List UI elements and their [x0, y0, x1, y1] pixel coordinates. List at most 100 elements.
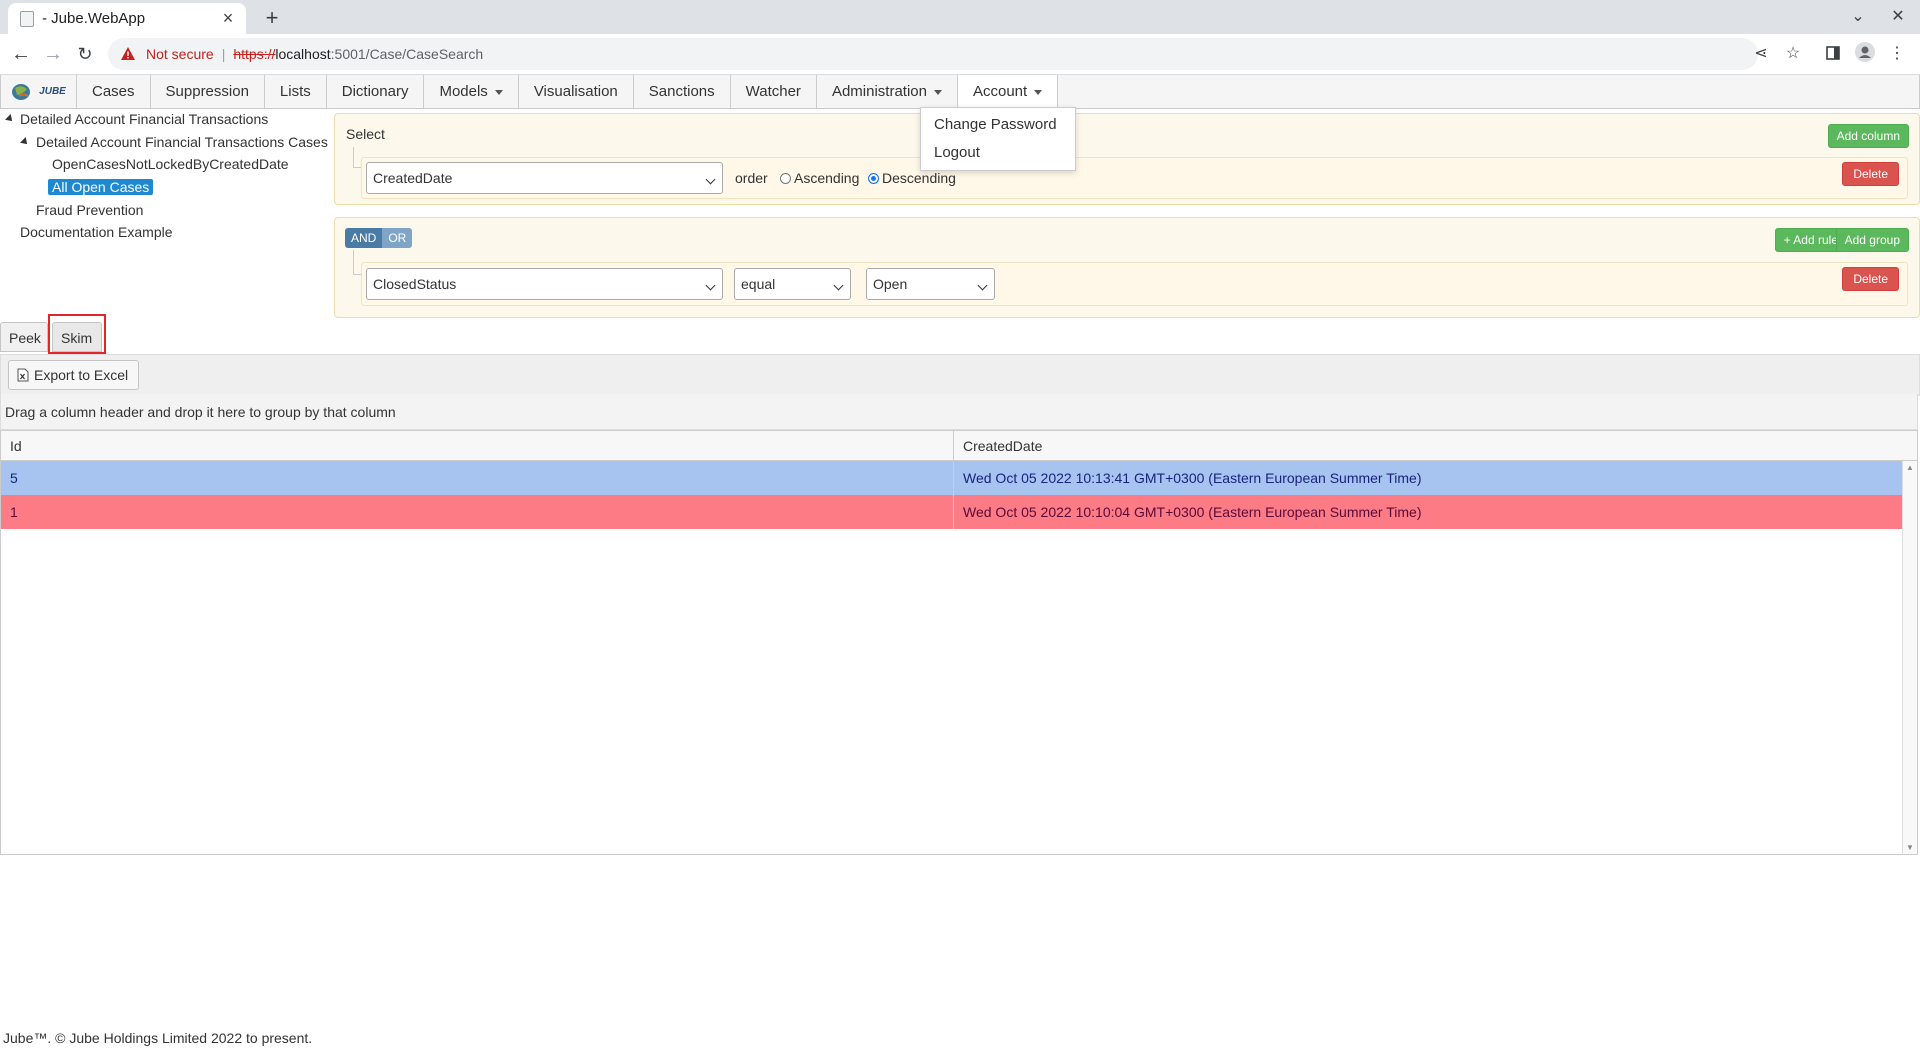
browser-menu-icon[interactable]: ⋮: [1884, 41, 1910, 67]
ascending-label: Ascending: [794, 170, 860, 186]
descending-option[interactable]: Descending: [868, 170, 956, 186]
add-column-button[interactable]: Add column: [1827, 124, 1909, 148]
column-header-id[interactable]: Id: [1, 431, 954, 461]
share-icon[interactable]: ⋖: [1748, 41, 1774, 67]
tree-node-root[interactable]: Detailed Account Financial Transactions: [20, 108, 268, 130]
tree-node-leaf[interactable]: OpenCasesNotLockedByCreatedDate: [52, 153, 289, 175]
scroll-down-icon[interactable]: ▼: [1906, 843, 1914, 852]
nav-models-label: Models: [439, 83, 488, 100]
browser-tabstrip: - Jube.WebApp × + ⌄ ✕: [0, 0, 1920, 34]
nav-lists[interactable]: Lists: [265, 75, 327, 108]
tree-node-selected-label: All Open Cases: [48, 179, 154, 195]
cell-createddate: Wed Oct 05 2022 10:13:41 GMT+0300 (Easte…: [963, 470, 1422, 486]
radio-ascending[interactable]: [780, 173, 791, 184]
url-host: localhost: [275, 46, 331, 62]
close-tab-icon[interactable]: ×: [216, 8, 240, 29]
filter-group: AND OR + Add rule Add group ClosedStatus…: [334, 217, 1920, 318]
address-bar[interactable]: Not secure | https:// localhost :5001/Ca…: [108, 38, 1758, 70]
tree-node-fraud-prevention[interactable]: Fraud Prevention: [36, 199, 143, 221]
nav-suppression[interactable]: Suppression: [151, 75, 265, 108]
case-tree: Detailed Account Financial Transactions …: [0, 108, 330, 313]
footer-text: Jube™. © Jube Holdings Limited 2022 to p…: [3, 1030, 313, 1046]
nav-cases[interactable]: Cases: [77, 75, 151, 108]
radio-descending[interactable]: [868, 173, 879, 184]
table-row[interactable]: 5 Wed Oct 05 2022 10:13:41 GMT+0300 (Eas…: [1, 461, 1903, 495]
filter-rule: ClosedStatus equal Open Delete: [361, 262, 1908, 306]
ascending-option[interactable]: Ascending: [780, 170, 859, 186]
excel-icon: [17, 368, 29, 382]
scroll-up-icon[interactable]: ▲: [1906, 463, 1914, 472]
add-group-button[interactable]: Add group: [1835, 228, 1909, 252]
url-path: :5001/Case/CaseSearch: [330, 46, 484, 62]
field-select[interactable]: ClosedStatus: [366, 268, 723, 300]
warning-icon: [120, 46, 136, 62]
nav-account-label: Account: [972, 83, 1028, 100]
grid-scrollbar[interactable]: ▲ ▼: [1902, 461, 1917, 854]
nav-sanctions-label: Sanctions: [648, 83, 715, 100]
nav-suppression-label: Suppression: [165, 83, 249, 100]
column-header-createddate[interactable]: CreatedDate: [954, 431, 1903, 461]
cell-id: 1: [1, 495, 954, 529]
nav-sanctions[interactable]: Sanctions: [634, 75, 731, 108]
operator-select[interactable]: equal: [734, 268, 851, 300]
tree-node-documentation-example[interactable]: Documentation Example: [20, 221, 173, 243]
descending-label: Descending: [882, 170, 956, 186]
select-title: Select: [346, 126, 385, 142]
cell-createddate: Wed Oct 05 2022 10:10:04 GMT+0300 (Easte…: [963, 504, 1422, 520]
page-icon: [20, 10, 34, 27]
jube-logo[interactable]: JUBE: [1, 75, 77, 108]
nav-administration-label: Administration: [831, 83, 927, 100]
caret-down-icon: [933, 89, 942, 95]
tab-list-chevron-icon[interactable]: ⌄: [1844, 4, 1872, 30]
nav-lists-label: Lists: [279, 83, 311, 100]
reload-icon[interactable]: ↻: [72, 41, 98, 67]
tree-node-child[interactable]: Detailed Account Financial Transactions …: [36, 131, 328, 153]
or-button[interactable]: OR: [382, 228, 413, 248]
value-select[interactable]: Open: [866, 268, 995, 300]
caret-down-icon: [1034, 89, 1043, 95]
nav-administration[interactable]: Administration: [817, 75, 958, 108]
results-grid: Id CreatedDate 5 Wed Oct 05 2022 10:13:4…: [0, 430, 1918, 855]
order-label: order: [735, 170, 768, 186]
omnibox-separator: |: [221, 46, 226, 62]
tree-expand-icon[interactable]: [5, 114, 15, 124]
new-tab-button[interactable]: +: [258, 4, 286, 32]
delete-select-button[interactable]: Delete: [1842, 162, 1899, 186]
table-row[interactable]: 1 Wed Oct 05 2022 10:10:04 GMT+0300 (Eas…: [1, 495, 1903, 529]
bookmark-star-icon[interactable]: ☆: [1780, 41, 1806, 67]
caret-down-icon: [494, 89, 503, 95]
nav-watcher[interactable]: Watcher: [731, 75, 817, 108]
side-panel-icon[interactable]: [1820, 41, 1846, 67]
window-close-icon[interactable]: ✕: [1884, 4, 1912, 30]
browser-tab[interactable]: - Jube.WebApp ×: [8, 3, 246, 34]
export-to-excel-button[interactable]: Export to Excel: [8, 360, 140, 390]
group-by-panel[interactable]: Drag a column header and drop it here to…: [0, 394, 1918, 430]
export-label: Export to Excel: [34, 367, 129, 383]
menu-item-logout[interactable]: Logout: [921, 139, 1075, 167]
nav-visualisation[interactable]: Visualisation: [519, 75, 634, 108]
nav-dictionary[interactable]: Dictionary: [327, 75, 425, 108]
tree-node-selected[interactable]: All Open Cases: [48, 176, 154, 198]
nav-account[interactable]: Account: [957, 75, 1059, 108]
tree-expand-icon[interactable]: [20, 137, 30, 147]
back-icon[interactable]: ←: [8, 41, 34, 67]
url-scheme: https://: [233, 46, 276, 62]
column-select[interactable]: CreatedDate: [366, 162, 723, 194]
header-filler: [1903, 431, 1917, 461]
skim-highlight-box: [48, 314, 106, 354]
nav-models[interactable]: Models: [424, 75, 519, 108]
menu-item-change-password[interactable]: Change Password: [921, 111, 1075, 139]
not-secure-label: Not secure: [146, 46, 214, 62]
browser-tab-title: - Jube.WebApp: [42, 10, 146, 27]
forward-icon[interactable]: →: [40, 41, 66, 67]
nav-visualisation-label: Visualisation: [533, 83, 618, 100]
account-dropdown-menu: Change Password Logout: [920, 107, 1076, 171]
and-button[interactable]: AND: [345, 228, 383, 248]
nav-watcher-label: Watcher: [745, 83, 801, 100]
logo-text: JUBE: [39, 86, 66, 97]
tab-peek[interactable]: Peek: [0, 322, 48, 352]
profile-avatar-icon[interactable]: [1852, 41, 1878, 67]
delete-rule-button[interactable]: Delete: [1842, 267, 1899, 291]
select-rule: CreatedDate order Ascending Descending D…: [361, 157, 1908, 199]
nav-cases-label: Cases: [92, 83, 135, 100]
